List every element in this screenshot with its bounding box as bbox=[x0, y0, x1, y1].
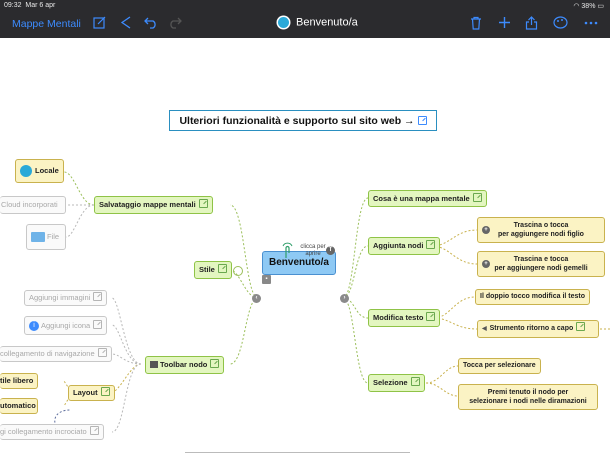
info-icon: i bbox=[29, 321, 39, 332]
external-link-icon bbox=[100, 387, 110, 396]
node-salvataggio-label: Salvataggio mappe mentali bbox=[99, 200, 196, 209]
node-stile-libero-label: tile libero bbox=[0, 376, 34, 385]
return-arrow-icon: ◀ bbox=[482, 326, 487, 332]
node-aggiungi-immagini[interactable]: Aggiungi immagini bbox=[24, 290, 108, 306]
node-layout-label: Layout bbox=[73, 388, 98, 397]
node-aggiungi-icona[interactable]: i Aggiungi icona bbox=[24, 316, 108, 335]
node-toolbar-nodo[interactable]: Toolbar nodo bbox=[145, 356, 225, 374]
external-link-icon bbox=[93, 292, 103, 301]
node-file-label: File bbox=[47, 232, 60, 241]
node-aggiungi-immagini-label: Aggiungi immagini bbox=[29, 293, 91, 302]
node-aggiunta-nodi-label: Aggiunta nodi bbox=[373, 241, 424, 250]
node-locale-label: Locale bbox=[35, 166, 59, 175]
node-aggiungi-icona-label: Aggiungi icona bbox=[41, 321, 91, 330]
node-automatico-label: utomatico bbox=[0, 401, 36, 410]
external-link-icon bbox=[97, 348, 107, 357]
banner-text: Ulteriori funzionalità e supporto sul si… bbox=[179, 115, 415, 127]
node-salvataggio[interactable]: Salvataggio mappe mentali bbox=[94, 196, 213, 214]
node-tocca-selezionare-label: Tocca per selezionare bbox=[463, 362, 536, 369]
node-cloud[interactable]: Cloud incorporati bbox=[0, 196, 66, 214]
external-link-icon bbox=[210, 359, 220, 368]
external-link-icon bbox=[217, 264, 227, 273]
node-collegamento-navigazione-label: collegamento di navigazione bbox=[0, 349, 95, 358]
node-strumento-ritorno[interactable]: ◀ Strumento ritorno a capo bbox=[477, 320, 599, 338]
node-doppio-tocco-label: Il doppio tocco modifica il testo bbox=[480, 293, 586, 300]
external-link-icon bbox=[93, 320, 103, 329]
node-toolbar-nodo-label: Toolbar nodo bbox=[160, 360, 208, 369]
premi-tenuto-line2: selezionare i nodi nelle diramazioni bbox=[469, 398, 587, 405]
node-selezione[interactable]: Selezione bbox=[368, 374, 425, 392]
premi-tenuto-line1: Premi tenuto il nodo per bbox=[487, 389, 569, 396]
node-automatico[interactable]: utomatico bbox=[0, 398, 38, 414]
website-link-banner[interactable]: Ulteriori funzionalità e supporto sul si… bbox=[169, 110, 437, 131]
external-link-icon bbox=[576, 322, 586, 331]
node-trascina-figlio[interactable]: + Trascina o tocca per aggiungere nodi f… bbox=[477, 217, 605, 243]
bottom-panel-edge bbox=[185, 452, 410, 458]
center-node-label: Benvenuto/a bbox=[268, 257, 329, 268]
node-layout[interactable]: Layout bbox=[68, 385, 115, 401]
node-doppio-tocco[interactable]: Il doppio tocco modifica il testo bbox=[475, 289, 591, 305]
node-collegamento-navigazione[interactable]: collegamento di navigazione bbox=[0, 346, 112, 362]
trascina-figlio-line1: Trascina o tocca bbox=[513, 222, 569, 229]
node-menu-icon[interactable]: ▪ bbox=[262, 275, 271, 284]
toolbar-icon bbox=[150, 361, 158, 368]
node-cosa-e-label: Cosa è una mappa mentale bbox=[373, 194, 470, 203]
node-stile-label: Stile bbox=[199, 265, 215, 274]
node-trascina-gemelli[interactable]: + Trascina e tocca per aggiungere nodi g… bbox=[477, 251, 605, 277]
external-link-icon bbox=[410, 377, 420, 386]
node-locale[interactable]: Locale bbox=[15, 159, 64, 183]
node-stile[interactable]: Stile bbox=[194, 261, 232, 279]
node-collegamento-incrociato-label: gi collegamento incrociato bbox=[0, 427, 87, 436]
external-link-icon bbox=[198, 199, 208, 208]
external-link-icon bbox=[426, 240, 436, 249]
external-link-icon bbox=[89, 426, 99, 435]
node-premi-tenuto[interactable]: Premi tenuto il nodo per selezionare i n… bbox=[458, 384, 598, 410]
collapse-right-icon[interactable]: › bbox=[340, 294, 349, 303]
node-strumento-ritorno-label: Strumento ritorno a capo bbox=[489, 325, 574, 332]
stile-toggle-icon[interactable] bbox=[233, 266, 243, 276]
node-modifica-testo[interactable]: Modifica testo bbox=[368, 309, 441, 327]
node-selezione-label: Selezione bbox=[373, 378, 408, 387]
trascina-gemelli-line1: Trascina e tocca bbox=[513, 256, 569, 263]
external-link-icon bbox=[472, 193, 482, 202]
node-aggiunta-nodi[interactable]: Aggiunta nodi bbox=[368, 237, 441, 255]
node-cosa-e[interactable]: Cosa è una mappa mentale bbox=[368, 190, 487, 207]
node-cloud-label: Cloud incorporati bbox=[1, 200, 58, 209]
node-collegamento-incrociato[interactable]: gi collegamento incrociato bbox=[0, 424, 104, 440]
plus-circle-icon: + bbox=[482, 226, 490, 234]
trascina-figlio-line2: per aggiungere nodi figlio bbox=[498, 231, 584, 238]
locale-app-icon bbox=[20, 165, 32, 178]
external-link-icon bbox=[417, 116, 427, 125]
plus-circle-icon: + bbox=[482, 260, 490, 268]
folder-icon bbox=[31, 232, 45, 243]
node-stile-libero[interactable]: tile libero bbox=[0, 373, 38, 389]
node-file[interactable]: File bbox=[26, 224, 66, 250]
center-hint: clicca per aprire bbox=[300, 244, 326, 257]
node-tocca-selezionare[interactable]: Tocca per selezionare bbox=[458, 358, 541, 374]
node-modifica-testo-label: Modifica testo bbox=[373, 313, 424, 322]
trascina-gemelli-line2: per aggiungere nodi gemelli bbox=[494, 265, 588, 272]
collapse-left-icon[interactable]: ‹ bbox=[252, 294, 261, 303]
external-link-icon bbox=[426, 312, 436, 321]
